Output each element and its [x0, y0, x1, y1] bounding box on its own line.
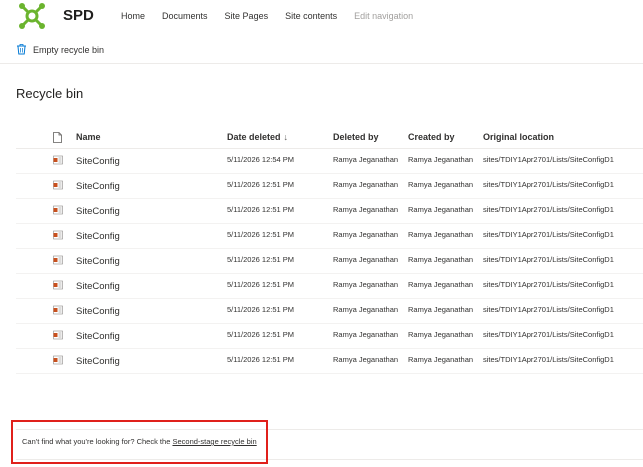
site-title[interactable]: SPD [63, 7, 94, 24]
row-deleted-by: Ramya Jeganathan [333, 255, 399, 264]
row-created-by: Ramya Jeganathan [408, 205, 474, 214]
column-header-original-location[interactable]: Original location [483, 132, 554, 142]
row-date-deleted: 5/11/2026 12:51 PM [227, 305, 294, 314]
row-date-deleted: 5/11/2026 12:51 PM [227, 255, 294, 264]
row-name[interactable]: SiteConfig [76, 281, 120, 292]
row-created-by: Ramya Jeganathan [408, 155, 474, 164]
row-original-location: sites/TDIY1Apr2701/Lists/SiteConfigD1 [483, 255, 614, 264]
row-original-location: sites/TDIY1Apr2701/Lists/SiteConfigD1 [483, 155, 614, 164]
row-deleted-by: Ramya Jeganathan [333, 305, 399, 314]
table-row[interactable]: SiteConfig 5/11/2026 12:51 PM Ramya Jegana… [16, 249, 643, 274]
list-item-icon [53, 155, 63, 167]
row-deleted-by: Ramya Jeganathan [333, 230, 399, 239]
empty-recycle-bin-label: Empty recycle bin [33, 44, 105, 55]
row-deleted-by: Ramya Jeganathan [333, 355, 399, 364]
list-item-icon [53, 305, 63, 317]
list-item-icon [53, 255, 63, 267]
table-row[interactable]: SiteConfig 5/11/2026 12:51 PM Ramya Jegana… [16, 224, 643, 249]
site-logo-icon[interactable] [18, 2, 46, 30]
row-date-deleted: 5/11/2026 12:54 PM [227, 155, 294, 164]
row-date-deleted: 5/11/2026 12:51 PM [227, 355, 294, 364]
row-created-by: Ramya Jeganathan [408, 330, 474, 339]
row-original-location: sites/TDIY1Apr2701/Lists/SiteConfigD1 [483, 305, 614, 314]
command-bar: Empty recycle bin [0, 40, 643, 62]
row-name[interactable]: SiteConfig [76, 206, 120, 217]
list-item-icon [53, 230, 63, 242]
row-created-by: Ramya Jeganathan [408, 355, 474, 364]
row-date-deleted: 5/11/2026 12:51 PM [227, 330, 294, 339]
table-header: Name Date deleted ↓ Deleted by Created by… [16, 128, 643, 149]
row-created-by: Ramya Jeganathan [408, 255, 474, 264]
sort-descending-icon: ↓ [283, 132, 289, 142]
column-header-deleted-by[interactable]: Deleted by [333, 132, 379, 142]
list-item-icon [53, 330, 63, 342]
row-original-location: sites/TDIY1Apr2701/Lists/SiteConfigD1 [483, 205, 614, 214]
row-created-by: Ramya Jeganathan [408, 230, 474, 239]
row-deleted-by: Ramya Jeganathan [333, 205, 399, 214]
table-row[interactable]: SiteConfig 5/11/2026 12:54 PM Ramya Jegana… [16, 149, 643, 174]
row-created-by: Ramya Jeganathan [408, 180, 474, 189]
column-header-date-deleted-label: Date deleted [227, 132, 281, 142]
table-body: SiteConfig 5/11/2026 12:54 PM Ramya Jegana… [16, 149, 643, 374]
row-deleted-by: Ramya Jeganathan [333, 180, 399, 189]
row-original-location: sites/TDIY1Apr2701/Lists/SiteConfigD1 [483, 230, 614, 239]
column-header-created-by[interactable]: Created by [408, 132, 455, 142]
command-bar-divider [0, 63, 643, 64]
file-type-icon[interactable] [53, 132, 62, 145]
nav-item-site-contents[interactable]: Site contents [285, 11, 337, 21]
row-created-by: Ramya Jeganathan [408, 280, 474, 289]
row-name[interactable]: SiteConfig [76, 156, 120, 167]
row-name[interactable]: SiteConfig [76, 306, 120, 317]
recycle-bin-table: Name Date deleted ↓ Deleted by Created by… [16, 128, 643, 374]
column-header-date-deleted[interactable]: Date deleted ↓ [227, 132, 288, 142]
row-deleted-by: Ramya Jeganathan [333, 330, 399, 339]
page-title: Recycle bin [16, 86, 84, 101]
nav-item-home[interactable]: Home [121, 11, 145, 21]
table-row[interactable]: SiteConfig 5/11/2026 12:51 PM Ramya Jegana… [16, 299, 643, 324]
highlight-annotation-box [11, 420, 268, 464]
table-row[interactable]: SiteConfig 5/11/2026 12:51 PM Ramya Jegana… [16, 324, 643, 349]
list-item-icon [53, 180, 63, 192]
row-original-location: sites/TDIY1Apr2701/Lists/SiteConfigD1 [483, 330, 614, 339]
row-date-deleted: 5/11/2026 12:51 PM [227, 205, 294, 214]
table-row[interactable]: SiteConfig 5/11/2026 12:51 PM Ramya Jegana… [16, 199, 643, 224]
row-name[interactable]: SiteConfig [76, 181, 120, 192]
row-deleted-by: Ramya Jeganathan [333, 280, 399, 289]
row-date-deleted: 5/11/2026 12:51 PM [227, 280, 294, 289]
row-created-by: Ramya Jeganathan [408, 305, 474, 314]
empty-recycle-bin-button[interactable]: Empty recycle bin [16, 44, 104, 55]
site-header: SPD Home Documents Site Pages Site conte… [0, 0, 643, 34]
table-row[interactable]: SiteConfig 5/11/2026 12:51 PM Ramya Jegana… [16, 274, 643, 299]
column-header-name[interactable]: Name [76, 132, 101, 142]
row-date-deleted: 5/11/2026 12:51 PM [227, 230, 294, 239]
row-original-location: sites/TDIY1Apr2701/Lists/SiteConfigD1 [483, 355, 614, 364]
list-item-icon [53, 280, 63, 292]
row-name[interactable]: SiteConfig [76, 231, 120, 242]
edit-navigation-link[interactable]: Edit navigation [354, 11, 413, 21]
recycle-bin-icon [16, 44, 27, 55]
row-name[interactable]: SiteConfig [76, 256, 120, 267]
table-row[interactable]: SiteConfig 5/11/2026 12:51 PM Ramya Jegana… [16, 349, 643, 374]
list-item-icon [53, 205, 63, 217]
row-name[interactable]: SiteConfig [76, 356, 120, 367]
list-item-icon [53, 355, 63, 367]
row-original-location: sites/TDIY1Apr2701/Lists/SiteConfigD1 [483, 280, 614, 289]
row-deleted-by: Ramya Jeganathan [333, 155, 399, 164]
nav-item-site-pages[interactable]: Site Pages [225, 11, 269, 21]
row-date-deleted: 5/11/2026 12:51 PM [227, 180, 294, 189]
site-navigation: Home Documents Site Pages Site contents … [121, 11, 413, 21]
nav-item-documents[interactable]: Documents [162, 11, 208, 21]
table-row[interactable]: SiteConfig 5/11/2026 12:51 PM Ramya Jegana… [16, 174, 643, 199]
row-original-location: sites/TDIY1Apr2701/Lists/SiteConfigD1 [483, 180, 614, 189]
row-name[interactable]: SiteConfig [76, 331, 120, 342]
